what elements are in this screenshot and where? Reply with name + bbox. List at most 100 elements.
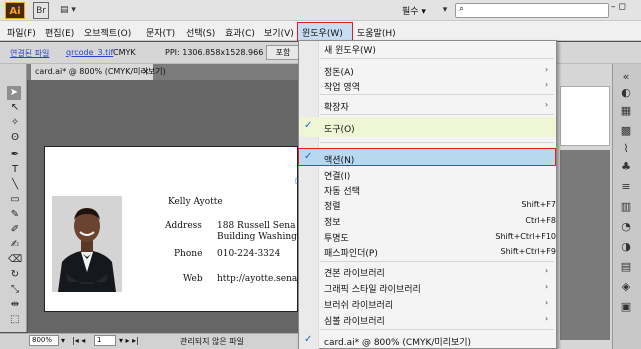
arrange-documents-icon[interactable]: ▤ ▾ bbox=[56, 2, 80, 19]
blob-brush-tool-icon[interactable]: ✍ bbox=[8, 238, 22, 252]
menu-divider bbox=[320, 94, 554, 95]
graphic-styles-icon[interactable]: ▤ bbox=[618, 260, 634, 274]
bridge-icon[interactable]: Br bbox=[33, 2, 49, 19]
window-controls[interactable]: – ◻ bbox=[611, 2, 626, 12]
phone-value[interactable]: 010-224-3324 bbox=[217, 249, 280, 259]
menu-type[interactable]: 문자(T) bbox=[146, 26, 175, 39]
gradient-icon[interactable]: ▥ bbox=[618, 200, 634, 214]
person-portrait bbox=[52, 196, 122, 292]
menu-divider bbox=[320, 114, 554, 115]
selection-tool-icon[interactable]: ➤ bbox=[7, 86, 21, 100]
color-mode-label: CMYK bbox=[113, 48, 136, 57]
card-name[interactable]: Kelly Ayotte bbox=[168, 197, 223, 207]
first-page-icon[interactable]: |◂ ◂ bbox=[72, 336, 85, 345]
web-value[interactable]: http://ayotte.sena bbox=[217, 274, 297, 284]
brushes-icon[interactable]: ⌇ bbox=[618, 142, 634, 156]
menu-item-transparency[interactable]: 투명도 bbox=[324, 231, 349, 244]
rotate-tool-icon[interactable]: ↻ bbox=[8, 268, 22, 282]
lasso-tool-icon[interactable]: ʘ bbox=[8, 131, 22, 145]
menu-item-align[interactable]: 정렬 bbox=[324, 199, 341, 212]
menu-help[interactable]: 도움말(H) bbox=[357, 26, 396, 39]
panel-content-dark[interactable] bbox=[560, 150, 610, 340]
zoom-field[interactable]: 800% bbox=[29, 335, 59, 346]
menu-select[interactable]: 선택(S) bbox=[186, 26, 215, 39]
submenu-arrow-icon: › bbox=[545, 100, 549, 109]
submenu-arrow-icon: › bbox=[545, 282, 549, 291]
profile-photo[interactable] bbox=[52, 196, 122, 292]
submenu-arrow-icon: › bbox=[545, 314, 549, 323]
rectangle-tool-icon[interactable]: ▭ bbox=[8, 193, 22, 207]
menu-item-auto-select[interactable]: 자동 선택 bbox=[324, 184, 360, 197]
line-tool-icon[interactable]: ╲ bbox=[8, 178, 22, 192]
symbols-icon[interactable]: ♣ bbox=[618, 160, 634, 174]
menu-edit[interactable]: 편집(E) bbox=[45, 26, 74, 39]
swatches-icon[interactable]: ▩ bbox=[618, 124, 634, 138]
menu-item-open-document[interactable]: card.ai* @ 800% (CMYK/미리보기) bbox=[324, 335, 471, 348]
address-line-1[interactable]: 188 Russell Sena bbox=[217, 221, 295, 231]
menu-item-workspace[interactable]: 작업 영역 bbox=[324, 80, 360, 93]
menu-divider bbox=[320, 261, 554, 262]
panel-content[interactable] bbox=[560, 86, 610, 146]
menu-item-extensions[interactable]: 확장자 bbox=[324, 100, 349, 113]
zoom-dropdown-icon[interactable]: ▾ bbox=[61, 336, 65, 345]
pen-tool-icon[interactable]: ✒ bbox=[8, 148, 22, 162]
menu-item-pathfinder[interactable]: 패스파인더(P) bbox=[324, 246, 378, 259]
scale-tool-icon[interactable]: ⤡ bbox=[8, 283, 22, 297]
color-guide-icon[interactable]: ▦ bbox=[618, 104, 634, 118]
search-input[interactable]: ⌕ bbox=[455, 3, 609, 18]
menu-item-swatch-libraries[interactable]: 견본 라이브러리 bbox=[324, 266, 385, 279]
workspace-dropdown[interactable]: 필수 ▾ bbox=[402, 4, 426, 17]
eraser-tool-icon[interactable]: ⌫ bbox=[8, 253, 22, 267]
collapse-icon[interactable]: « bbox=[618, 70, 634, 84]
artboards-icon[interactable]: ▣ bbox=[618, 300, 634, 314]
direct-selection-tool-icon[interactable]: ↖ bbox=[8, 101, 22, 115]
menu-divider bbox=[320, 58, 554, 59]
color-icon[interactable]: ◐ bbox=[618, 86, 634, 100]
document-tab[interactable]: card.ai* @ 800% (CMYK/미리보기) bbox=[31, 64, 166, 80]
menu-item-graphic-style-libraries[interactable]: 그래픽 스타일 라이브러리 bbox=[324, 282, 421, 295]
menu-item-actions[interactable]: 액션(N) bbox=[324, 153, 354, 166]
paintbrush-tool-icon[interactable]: ✎ bbox=[8, 208, 22, 222]
submenu-arrow-icon: › bbox=[545, 80, 549, 89]
linked-file-link[interactable]: 연결된 파일 bbox=[10, 48, 49, 59]
free-transform-tool-icon[interactable]: ⬚ bbox=[8, 313, 22, 327]
shortcut-info: Ctrl+F8 bbox=[525, 216, 556, 225]
type-tool-icon[interactable]: T bbox=[8, 163, 22, 177]
width-tool-icon[interactable]: ⇹ bbox=[8, 298, 22, 312]
file-name-link[interactable]: qrcode_3.tif bbox=[66, 48, 113, 57]
menu-file[interactable]: 파일(F) bbox=[7, 26, 36, 39]
menu-item-symbol-libraries[interactable]: 심볼 라이브러리 bbox=[324, 314, 385, 327]
next-page-icon[interactable]: ▾ ▸ ▸| bbox=[119, 336, 139, 345]
appearance-icon[interactable]: ◑ bbox=[618, 240, 634, 254]
menu-item-new-window[interactable]: 새 윈도우(W) bbox=[324, 43, 376, 56]
menu-effect[interactable]: 효과(C) bbox=[225, 26, 255, 39]
submenu-arrow-icon: › bbox=[545, 266, 549, 275]
ppi-label: PPI: 1306.858x1528.966 bbox=[165, 48, 264, 57]
menu-item-links[interactable]: 연결(I) bbox=[324, 169, 350, 182]
pencil-tool-icon[interactable]: ✐ bbox=[8, 223, 22, 237]
phone-label[interactable]: Phone bbox=[174, 249, 202, 259]
address-label[interactable]: Address bbox=[165, 221, 202, 231]
status-text: 관리되지 않은 파일 bbox=[180, 337, 244, 346]
embed-button[interactable]: 포함 bbox=[266, 45, 300, 60]
chevron-down-icon[interactable]: ▾ bbox=[438, 2, 452, 19]
menu-divider bbox=[320, 142, 554, 143]
transparency-icon[interactable]: ◔ bbox=[618, 220, 634, 234]
search-icon: ⌕ bbox=[459, 4, 465, 14]
close-icon[interactable]: × bbox=[142, 64, 150, 80]
menu-item-brush-libraries[interactable]: 브러쉬 라이브러리 bbox=[324, 298, 393, 311]
menu-item-info[interactable]: 정보 bbox=[324, 215, 341, 228]
menu-window[interactable]: 윈도우(W) bbox=[302, 26, 343, 39]
stroke-icon[interactable]: ≡ bbox=[618, 180, 634, 194]
menu-object[interactable]: 오브젝트(O) bbox=[84, 26, 131, 39]
submenu-arrow-icon: › bbox=[545, 298, 549, 307]
page-field[interactable]: 1 bbox=[94, 335, 116, 346]
menu-view[interactable]: 보기(V) bbox=[264, 26, 294, 39]
magic-wand-tool-icon[interactable]: ✧ bbox=[8, 116, 22, 130]
address-line-2[interactable]: Building Washing bbox=[217, 232, 297, 242]
menu-item-arrange[interactable]: 정돈(A) bbox=[324, 65, 354, 78]
layers-icon[interactable]: ◈ bbox=[618, 280, 634, 294]
shortcut-align: Shift+F7 bbox=[521, 200, 556, 209]
menu-item-tools[interactable]: 도구(O) bbox=[324, 122, 355, 135]
web-label[interactable]: Web bbox=[183, 274, 203, 284]
